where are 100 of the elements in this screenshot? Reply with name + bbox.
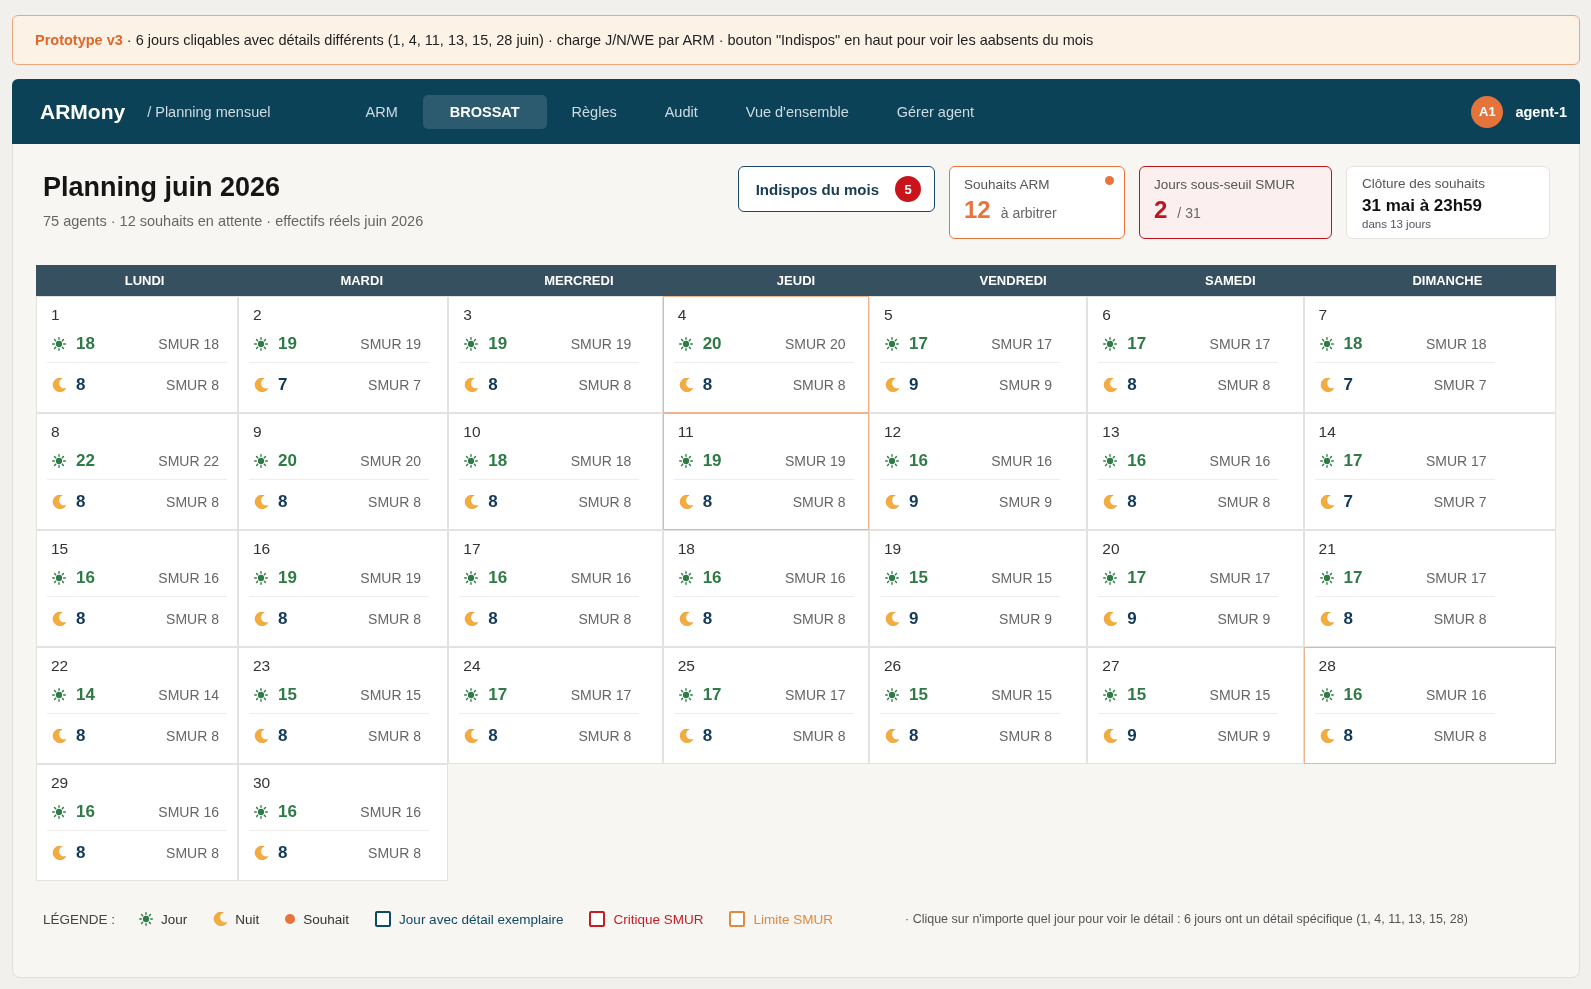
smur-count: SMUR 15 — [360, 687, 421, 703]
sun-icon — [884, 571, 899, 585]
staff-count: 8 — [1127, 492, 1137, 512]
staff-count: 17 — [1127, 334, 1147, 354]
sun-icon — [139, 912, 154, 926]
day-cell[interactable]: 14 17 SMUR 17 7 SMUR 7 — [1303, 413, 1556, 530]
smur-count: SMUR 8 — [999, 728, 1052, 744]
moon-icon — [52, 729, 66, 743]
sun-icon — [254, 805, 268, 819]
day-cell[interactable]: 18 16 SMUR 16 8 SMUR 8 — [662, 530, 869, 647]
day-cell[interactable]: 11 19 SMUR 19 8 SMUR 8 — [662, 413, 869, 530]
staff-count: 16 — [488, 568, 508, 588]
smur-count: SMUR 16 — [784, 570, 846, 586]
day-number: 8 — [51, 423, 60, 441]
day-cell[interactable]: 7 18 SMUR 18 7 SMUR 7 — [1303, 296, 1556, 413]
day-cell[interactable]: 30 16 SMUR 16 8 SMUR 8 — [238, 764, 449, 881]
day-number: 6 — [1102, 306, 1111, 324]
nav-tab[interactable]: Audit — [641, 94, 721, 129]
sun-icon — [1103, 571, 1118, 585]
day-number: 22 — [51, 657, 69, 675]
day-cell[interactable]: 12 16 SMUR 16 9 SMUR 9 — [868, 413, 1088, 530]
smur-count: SMUR 8 — [166, 728, 219, 744]
day-cell[interactable]: 20 17 SMUR 17 9 SMUR 9 — [1087, 530, 1304, 647]
day-number: 21 — [1318, 540, 1336, 558]
staff-count: 8 — [488, 726, 498, 746]
day-cell[interactable]: 2 19 SMUR 19 7 SMUR 7 — [238, 296, 449, 413]
day-cell[interactable]: 16 19 SMUR 19 8 SMUR 8 — [238, 530, 449, 647]
day-cell[interactable]: 25 17 SMUR 17 8 SMUR 8 — [662, 647, 869, 764]
moon-icon — [884, 378, 899, 392]
legend-label: Souhait — [303, 911, 350, 927]
day-number: 25 — [677, 657, 695, 675]
staff-count: 9 — [1127, 609, 1137, 629]
staff-count: 8 — [76, 492, 86, 512]
day-cell[interactable]: 19 15 SMUR 15 9 SMUR 9 — [868, 530, 1088, 647]
day-cell[interactable]: 13 16 SMUR 16 8 SMUR 8 — [1087, 413, 1304, 530]
nav-tab[interactable]: Gérer agent — [873, 94, 998, 129]
day-cell[interactable]: 17 16 SMUR 16 8 SMUR 8 — [448, 530, 663, 647]
sun-icon — [1103, 454, 1118, 468]
moon-icon — [52, 846, 66, 860]
legend-label: Nuit — [235, 911, 260, 927]
day-cell[interactable]: 10 18 SMUR 18 8 SMUR 8 — [448, 413, 663, 530]
day-cell[interactable]: 22 14 SMUR 14 8 SMUR 8 — [36, 647, 238, 764]
nav-tab[interactable]: Règles — [548, 94, 640, 129]
smur-count: SMUR 8 — [792, 611, 846, 627]
moon-icon — [678, 612, 693, 626]
staff-count: 9 — [908, 609, 919, 629]
moon-icon — [52, 495, 66, 509]
day-cell[interactable]: 26 15 SMUR 15 8 SMUR 8 — [868, 647, 1088, 764]
moon-icon — [1319, 495, 1334, 509]
smur-count: SMUR 8 — [578, 728, 632, 744]
moon-icon — [678, 729, 693, 743]
day-cell[interactable]: 15 16 SMUR 16 8 SMUR 8 — [36, 530, 238, 647]
smur-count: SMUR 9 — [1217, 611, 1271, 627]
day-cell[interactable]: 4 20 SMUR 20 8 SMUR 8 — [662, 296, 869, 413]
staff-count: 8 — [488, 492, 498, 512]
card-label: Clôture des souhaits — [1362, 176, 1487, 191]
smur-count: SMUR 15 — [991, 687, 1052, 703]
day-cell[interactable]: 24 17 SMUR 17 8 SMUR 8 — [448, 647, 663, 764]
staff-count: 15 — [1127, 685, 1147, 705]
day-cell[interactable]: 8 22 SMUR 22 8 SMUR 8 — [36, 413, 238, 530]
stat-card[interactable]: Souhaits ARM 12 à arbitrer — [949, 166, 1125, 239]
day-cell[interactable]: 6 17 SMUR 17 8 SMUR 8 — [1087, 296, 1304, 413]
staff-count: 15 — [908, 685, 928, 705]
sun-icon — [884, 337, 899, 351]
day-cell[interactable]: 23 15 SMUR 15 8 SMUR 8 — [238, 647, 449, 764]
day-number: 26 — [883, 657, 902, 675]
unavailability-button[interactable]: Indispos du mois 5 — [737, 166, 935, 212]
staff-count: 18 — [488, 451, 508, 471]
stat-card[interactable]: Jours sous-seuil SMUR 2 / 31 — [1139, 166, 1332, 239]
day-cell[interactable]: 21 17 SMUR 17 8 SMUR 8 — [1303, 530, 1556, 647]
smur-count: SMUR 8 — [368, 611, 421, 627]
day-cell[interactable]: 28 16 SMUR 16 8 SMUR 8 — [1303, 647, 1556, 764]
day-number: 23 — [253, 657, 271, 675]
day-cell[interactable]: 9 20 SMUR 20 8 SMUR 8 — [238, 413, 449, 530]
day-cell[interactable]: 27 15 SMUR 15 9 SMUR 9 — [1087, 647, 1304, 764]
weekday-label: JEUDI — [776, 273, 816, 288]
brand-name[interactable]: ARMony — [40, 99, 126, 124]
day-cell[interactable]: 3 19 SMUR 19 8 SMUR 8 — [448, 296, 663, 413]
smur-count: SMUR 19 — [360, 570, 421, 586]
smur-count: SMUR 16 — [360, 804, 421, 820]
staff-count: 16 — [908, 451, 928, 471]
nav-tab[interactable]: BROSSAT — [422, 94, 547, 129]
smur-count: SMUR 7 — [368, 377, 421, 393]
day-cell[interactable]: 1 18 SMUR 18 8 SMUR 8 — [36, 296, 238, 413]
nav-tab[interactable]: Vue d'ensemble — [722, 94, 872, 129]
day-cell[interactable]: 5 17 SMUR 17 9 SMUR 9 — [868, 296, 1088, 413]
smur-count: SMUR 8 — [166, 611, 219, 627]
staff-count: 17 — [702, 685, 722, 705]
day-cell[interactable]: 29 16 SMUR 16 8 SMUR 8 — [36, 764, 238, 881]
legend-label: Jour avec détail exemplaire — [399, 911, 564, 927]
day-number: 1 — [51, 306, 60, 324]
sun-icon — [678, 688, 693, 702]
count-badge: 5 — [895, 176, 921, 202]
smur-count: SMUR 17 — [1425, 453, 1487, 469]
staff-count: 8 — [908, 726, 919, 746]
smur-count: SMUR 17 — [1425, 570, 1487, 586]
sun-icon — [254, 571, 268, 585]
staff-count: 14 — [76, 685, 95, 705]
nav-tab[interactable]: ARM — [342, 94, 421, 129]
moon-icon — [254, 495, 268, 509]
